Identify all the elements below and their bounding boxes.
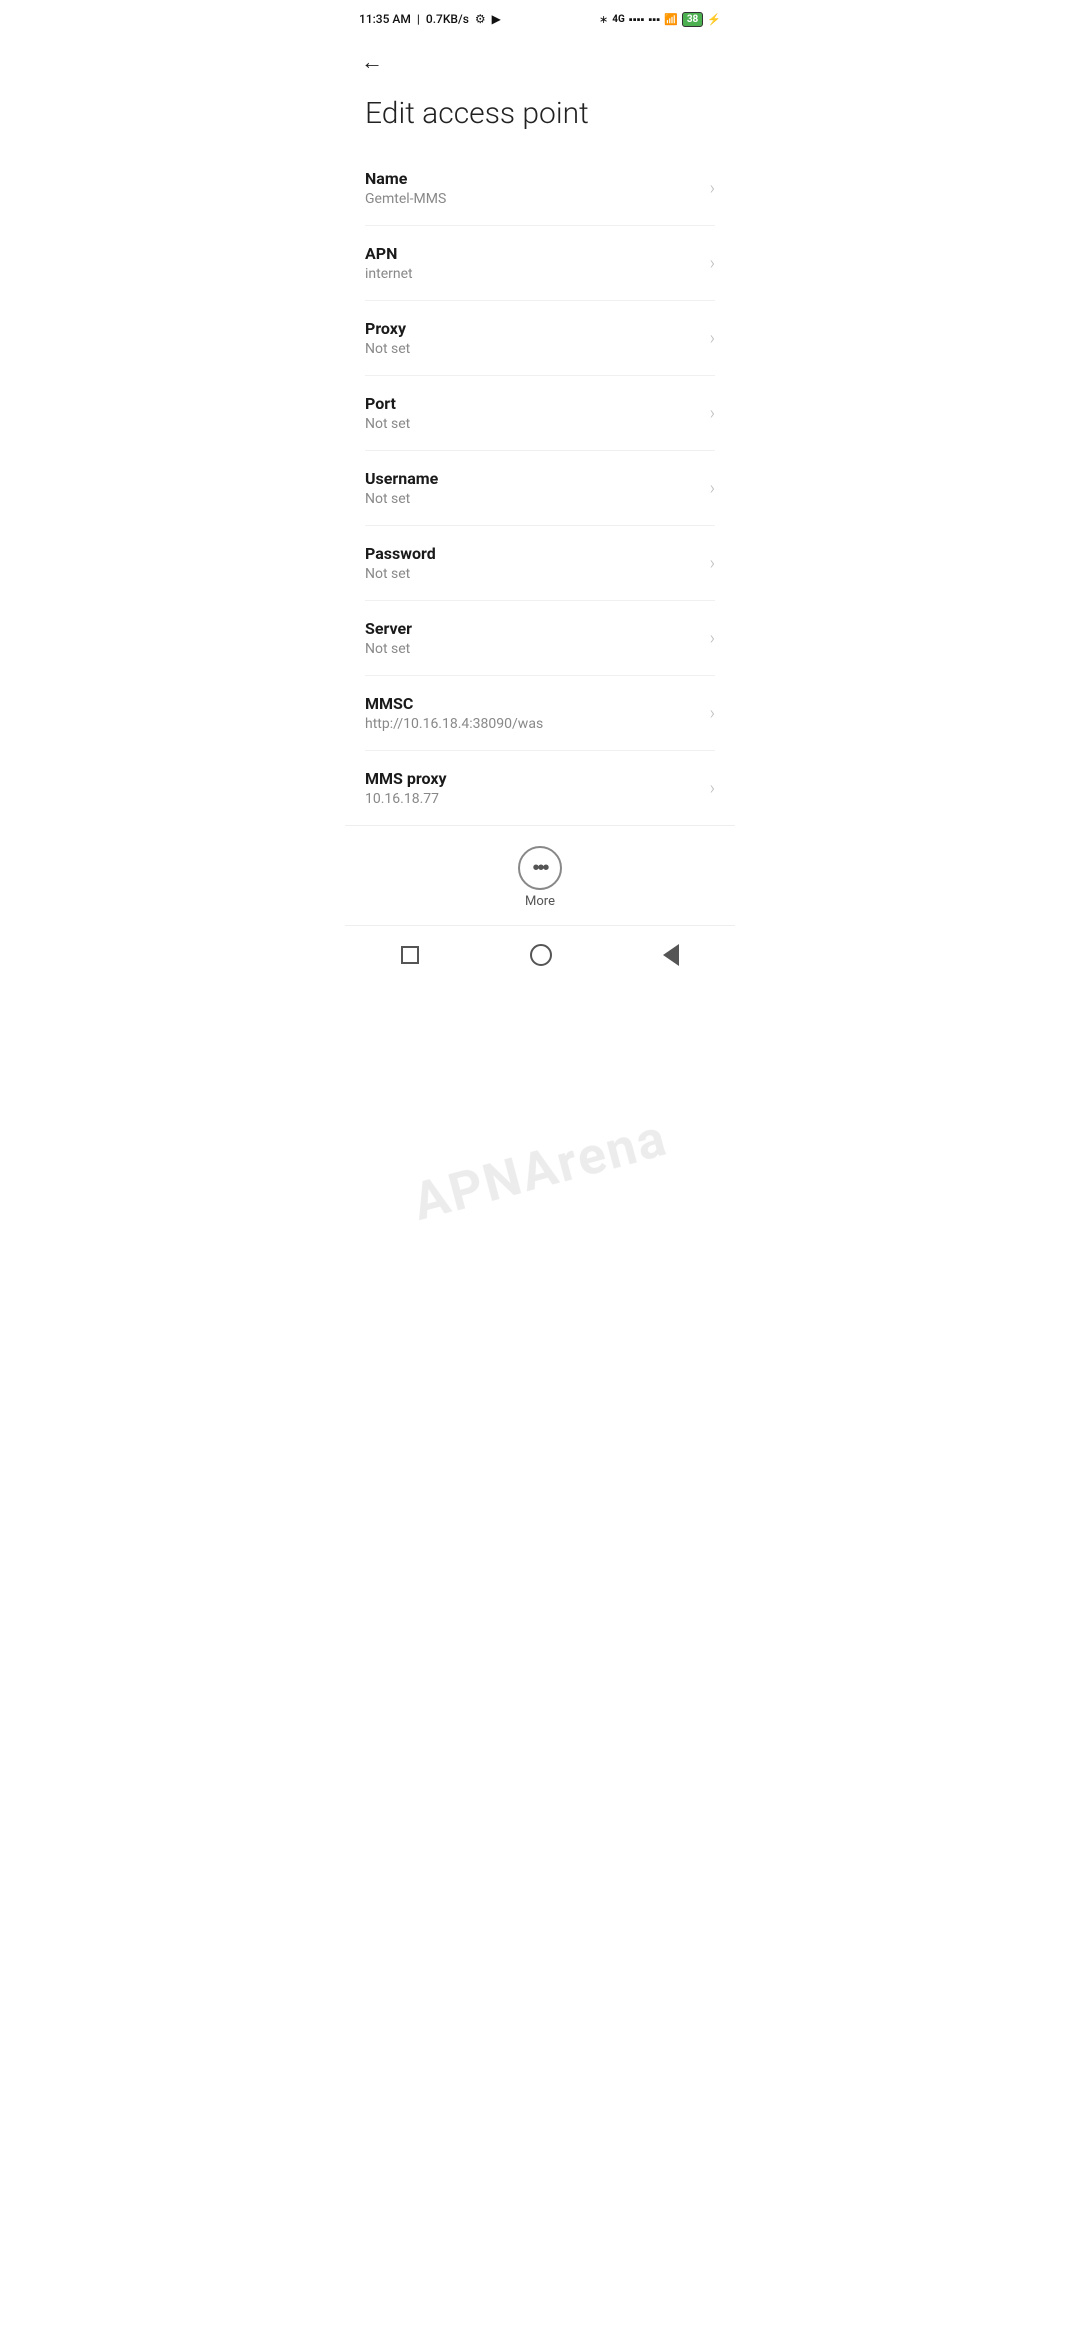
toolbar: ← [345, 36, 735, 88]
field-label: Name [365, 169, 702, 188]
list-item-content: APN internet [365, 244, 702, 282]
wifi-icon: 📶 [664, 13, 678, 26]
field-label: Server [365, 619, 702, 638]
field-value: Not set [365, 491, 702, 507]
field-value: http://10.16.18.4:38090/was [365, 716, 702, 732]
home-icon [530, 944, 552, 966]
chevron-right-icon: › [710, 328, 715, 349]
status-right: ∗ 4G ▪▪▪▪ ▪▪▪ 📶 38 ⚡ [599, 12, 721, 27]
video-icon: ▶ [492, 12, 501, 26]
watermark: APNArena [406, 1107, 673, 1233]
list-item[interactable]: APN internet › [345, 226, 735, 300]
list-item-content: Username Not set [365, 469, 702, 507]
separator: | [417, 12, 420, 26]
field-label: MMSC [365, 694, 702, 713]
list-item-content: MMSC http://10.16.18.4:38090/was [365, 694, 702, 732]
list-item[interactable]: Name Gemtel-MMS › [345, 151, 735, 225]
list-item[interactable]: MMS proxy 10.16.18.77 › [345, 751, 735, 825]
chevron-right-icon: › [710, 703, 715, 724]
field-value: Not set [365, 416, 702, 432]
field-label: Password [365, 544, 702, 563]
list-item-content: Server Not set [365, 619, 702, 657]
fields-list: Name Gemtel-MMS › APN internet › Proxy N… [345, 151, 735, 825]
signal-bars-icon: ▪▪▪▪ [629, 13, 645, 26]
chevron-right-icon: › [710, 403, 715, 424]
list-item[interactable]: Port Not set › [345, 376, 735, 450]
chevron-right-icon: › [710, 628, 715, 649]
field-value: Not set [365, 641, 702, 657]
chevron-right-icon: › [710, 553, 715, 574]
list-item-content: Port Not set [365, 394, 702, 432]
more-section: ••• More [345, 825, 735, 925]
back-nav-button[interactable] [655, 936, 687, 974]
more-label: More [525, 894, 555, 909]
list-item[interactable]: MMSC http://10.16.18.4:38090/was › [345, 676, 735, 750]
list-item[interactable]: Proxy Not set › [345, 301, 735, 375]
list-item-content: MMS proxy 10.16.18.77 [365, 769, 702, 807]
status-left: 11:35 AM | 0.7KB/s ⚙ ▶ [359, 12, 501, 26]
field-value: Gemtel-MMS [365, 191, 702, 207]
field-value: 10.16.18.77 [365, 791, 702, 807]
list-item-content: Proxy Not set [365, 319, 702, 357]
nav-bar [345, 925, 735, 994]
signal-bars2-icon: ▪▪▪ [648, 13, 660, 26]
back-button[interactable]: ← [361, 45, 391, 79]
list-item[interactable]: Password Not set › [345, 526, 735, 600]
back-arrow-icon: ← [361, 49, 383, 74]
field-label: APN [365, 244, 702, 263]
list-item[interactable]: Username Not set › [345, 451, 735, 525]
field-label: Username [365, 469, 702, 488]
field-value: internet [365, 266, 702, 282]
speed: 0.7KB/s [426, 12, 469, 26]
more-button[interactable]: ••• [518, 846, 562, 890]
status-bar: 11:35 AM | 0.7KB/s ⚙ ▶ ∗ 4G ▪▪▪▪ ▪▪▪ 📶 3… [345, 0, 735, 36]
recents-button[interactable] [393, 938, 427, 972]
signal-4g-icon: 4G [612, 14, 625, 25]
list-item-content: Password Not set [365, 544, 702, 582]
field-value: Not set [365, 566, 702, 582]
list-item[interactable]: Server Not set › [345, 601, 735, 675]
field-label: MMS proxy [365, 769, 702, 788]
recents-icon [401, 946, 419, 964]
battery-indicator: 38 [682, 12, 703, 27]
field-value: Not set [365, 341, 702, 357]
list-item-content: Name Gemtel-MMS [365, 169, 702, 207]
back-nav-icon [663, 944, 679, 966]
home-button[interactable] [522, 936, 560, 974]
chevron-right-icon: › [710, 178, 715, 199]
charging-icon: ⚡ [707, 13, 721, 26]
more-dots-icon: ••• [532, 858, 547, 878]
chevron-right-icon: › [710, 478, 715, 499]
chevron-right-icon: › [710, 778, 715, 799]
field-label: Port [365, 394, 702, 413]
page-title: Edit access point [345, 88, 735, 151]
settings-icon: ⚙ [475, 12, 486, 26]
bluetooth-icon: ∗ [599, 13, 608, 26]
chevron-right-icon: › [710, 253, 715, 274]
field-label: Proxy [365, 319, 702, 338]
time: 11:35 AM [359, 12, 411, 26]
